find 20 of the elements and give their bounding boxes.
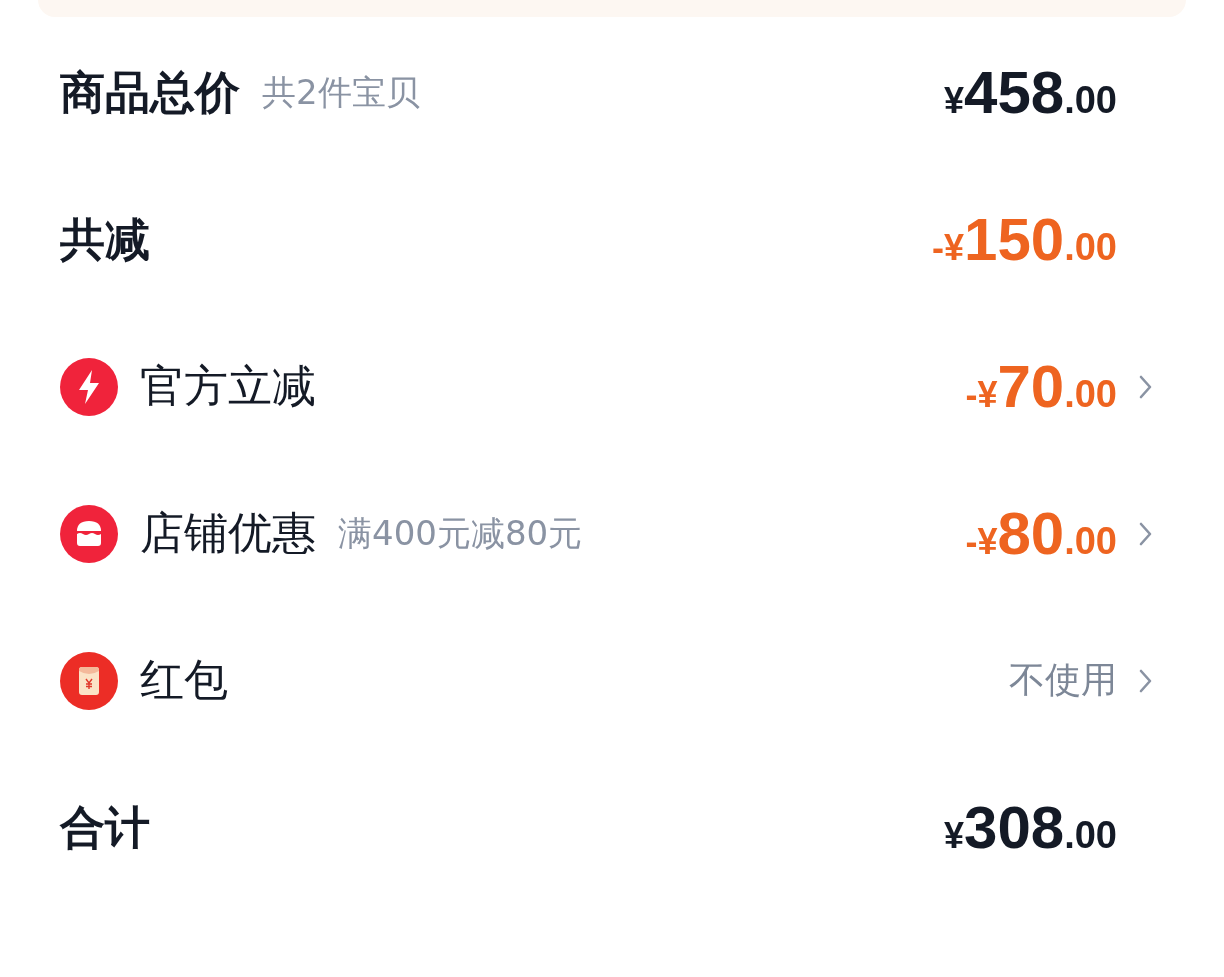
price-amount: -¥150.00 <box>932 205 1117 274</box>
summary-label: 商品总价 <box>60 64 240 121</box>
discount-label: 官方立减 <box>140 359 316 413</box>
chevron-icon[interactable] <box>1139 374 1152 399</box>
price-amount: -¥70.00 <box>965 352 1117 421</box>
status-value: 不使用 <box>1009 658 1117 702</box>
lightning-icon <box>60 357 118 416</box>
detail-note: 满400元减80元 <box>338 511 584 555</box>
price-amount: ¥458.00 <box>944 58 1117 127</box>
discount-label: 红包 <box>140 653 228 707</box>
store-icon <box>60 504 118 563</box>
discount-label: 店铺优惠 <box>140 506 316 560</box>
summary-label: 共减 <box>60 211 150 268</box>
chevron-icon[interactable] <box>1139 521 1152 546</box>
detail-note: 共2件宝贝 <box>262 70 420 114</box>
summary-label: 合计 <box>60 799 150 856</box>
price-amount: -¥80.00 <box>965 499 1117 568</box>
price-amount: ¥308.00 <box>944 793 1117 862</box>
envelope-icon <box>60 651 118 710</box>
chevron-icon[interactable] <box>1139 668 1152 693</box>
